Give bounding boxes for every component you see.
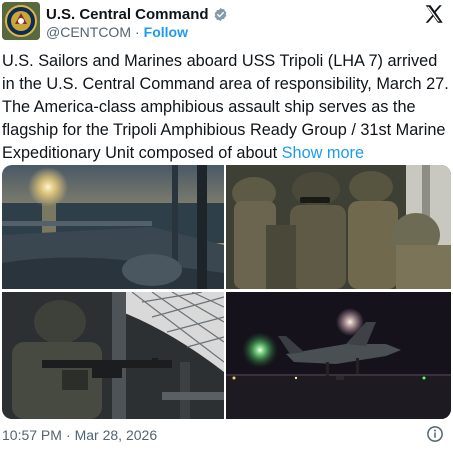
author-handle-row: @CENTCOM · Follow: [46, 24, 188, 40]
post-header: U.S. Central Command @CENTCOM · Follow: [0, 0, 453, 50]
media-photo-sunset[interactable]: [2, 165, 224, 289]
author-handle[interactable]: @CENTCOM: [46, 24, 131, 40]
info-icon[interactable]: [426, 425, 444, 443]
post-meta: 10:57 PM · Mar 28, 2026: [2, 427, 157, 443]
verified-badge-icon: [214, 7, 226, 21]
author-name-row: U.S. Central Command: [46, 4, 228, 24]
x-logo-icon[interactable]: [423, 3, 445, 25]
separator-dot: ·: [134, 24, 140, 40]
media-photo-f35-night[interactable]: [226, 292, 451, 419]
author-display-name[interactable]: U.S. Central Command: [46, 6, 209, 23]
follow-button[interactable]: Follow: [144, 24, 188, 40]
media-photo-marines[interactable]: [226, 165, 451, 289]
meta-separator: ·: [65, 427, 71, 443]
author-avatar[interactable]: [2, 2, 40, 40]
post-body: U.S. Sailors and Marines aboard USS Trip…: [2, 52, 449, 162]
post-text: U.S. Sailors and Marines aboard USS Trip…: [2, 50, 451, 165]
post-date[interactable]: Mar 28, 2026: [75, 427, 158, 443]
show-more-link[interactable]: Show more: [282, 144, 364, 162]
media-grid: [0, 165, 453, 419]
centcom-seal-icon: [2, 2, 40, 40]
media-photo-gunner[interactable]: [2, 292, 224, 419]
post-time[interactable]: 10:57 PM: [2, 427, 62, 443]
